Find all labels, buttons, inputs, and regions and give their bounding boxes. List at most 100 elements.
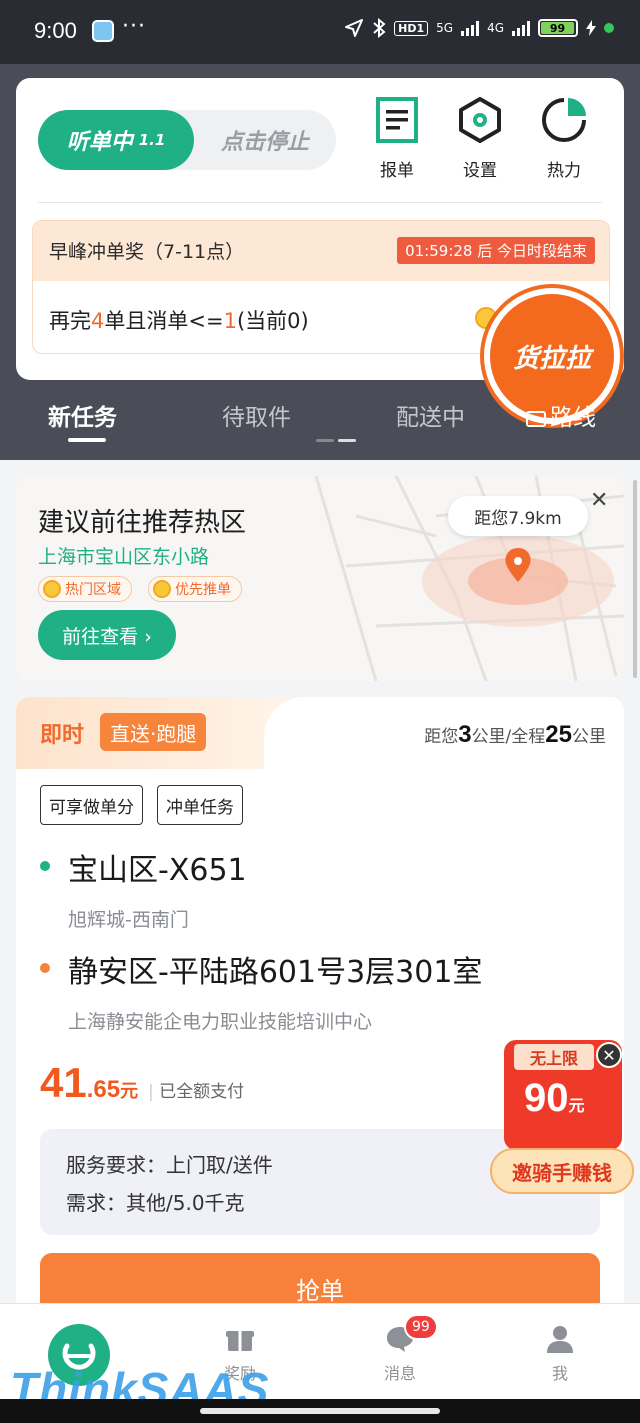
pickup-subtitle: 旭辉城-西南门 <box>68 909 189 931</box>
app-notification-icon <box>92 20 114 42</box>
tag-hot-area: 热门区域 <box>38 576 132 602</box>
bonus-header: 早峰冲单奖（7-11点） 01:59:28 后 今日时段结束 <box>33 221 609 281</box>
carousel-indicator <box>316 439 356 442</box>
signal-4g-icon <box>512 20 530 36</box>
close-icon[interactable]: ✕ <box>590 488 608 513</box>
heatmap-button[interactable]: 热力 <box>529 96 599 181</box>
promo-amount-unit: 元 <box>568 1098 585 1115</box>
messages-badge: 99 <box>404 1314 438 1340</box>
tab-pending-pickup[interactable]: 待取件 <box>222 398 291 432</box>
card-divider <box>38 202 602 203</box>
active-tab-indicator <box>68 438 106 442</box>
status-bar: 9:00 ··· HD1 5G 4G 99 <box>0 0 640 64</box>
promo-amount: 90元 <box>524 1076 585 1121</box>
promo-limit: 无上限 <box>514 1044 594 1070</box>
tag-priority-label: 优先推单 <box>175 582 231 598</box>
chip-rush-task: 冲单任务 <box>157 785 243 825</box>
nav-me-label: 我 <box>551 1364 568 1383</box>
distance-bubble: 距您7.9km <box>448 496 588 536</box>
chip-score-eligible: 可享做单分 <box>40 785 143 825</box>
dropoff-title: 静安区-平陆路601号3层301室 <box>68 955 483 990</box>
pie-chart-icon <box>542 98 586 142</box>
listening-toggle[interactable]: 听单中 1.1 点击停止 <box>38 110 336 170</box>
report-order-label: 报单 <box>380 161 414 181</box>
home-indicator[interactable] <box>200 1408 440 1414</box>
settings-button[interactable]: 设置 <box>445 96 515 181</box>
battery-level: 99 <box>541 22 574 35</box>
price-integer: 41 <box>40 1059 87 1106</box>
listening-label: 听单中 <box>66 130 133 155</box>
nav-messages-label: 消息 <box>383 1364 416 1383</box>
more-notifications-icon: ··· <box>122 14 146 39</box>
distance-total: 25 <box>545 721 572 748</box>
dropoff-dot <box>40 963 50 973</box>
bonus-count: 4 <box>91 309 105 333</box>
bonus-text-mid: 单且消单<= <box>104 309 224 333</box>
network-5g-label: 5G <box>436 21 454 35</box>
close-promo-icon[interactable]: ✕ <box>596 1042 622 1068</box>
location-icon <box>345 19 364 37</box>
service-requirement: 服务要求：上门取/送件 <box>66 1153 273 1177</box>
status-time: 9:00 <box>34 18 77 43</box>
fire-coin-icon <box>43 580 61 598</box>
heatmap-label: 热力 <box>547 161 581 181</box>
distance-to-pickup: 3 <box>458 721 472 748</box>
bonus-text-suffix: (当前0) <box>236 309 309 333</box>
network-4g-label: 4G <box>487 21 504 35</box>
distance-prefix: 距您 <box>424 727 459 747</box>
gift-icon <box>226 1331 254 1351</box>
distance-suffix: 公里 <box>572 727 606 747</box>
pickup-dot <box>40 861 50 871</box>
hd-indicator: HD1 <box>394 20 429 36</box>
document-icon <box>376 97 418 143</box>
hotzone-title: 建议前往推荐热区 <box>38 508 247 538</box>
order-type-badge: 直送·跑腿 <box>100 713 207 751</box>
scrollbar[interactable] <box>633 480 637 678</box>
bonus-countdown: 01:59:28 后 今日时段结束 <box>397 237 595 264</box>
route-icon <box>526 410 546 427</box>
tab-route-label: 路线 <box>550 405 596 431</box>
order-price: 41.65元 <box>40 1059 138 1107</box>
bonus-title: 早峰冲单奖（7-11点） <box>49 241 245 263</box>
user-icon <box>547 1326 573 1353</box>
dropoff-subtitle: 上海静安能企电力职业技能培训中心 <box>68 1011 373 1033</box>
bluetooth-icon <box>373 18 386 38</box>
price-decimal: .65 <box>86 1076 121 1103</box>
tag-hot-area-label: 热门区域 <box>65 582 121 598</box>
tag-priority-dispatch: 优先推单 <box>148 576 242 602</box>
privacy-indicator-dot <box>604 23 614 33</box>
distance-mid: 公里/全程 <box>471 727 546 747</box>
charging-icon <box>586 20 596 36</box>
payment-status-label: 已全额支付 <box>159 1082 245 1102</box>
tab-delivering[interactable]: 配送中 <box>396 398 465 432</box>
stop-listening-button[interactable]: 点击停止 <box>194 110 336 170</box>
tab-new-tasks[interactable]: 新任务 <box>48 398 117 432</box>
invite-rider-button[interactable]: 邀骑手赚钱 <box>490 1148 634 1194</box>
bonus-limit: 1 <box>223 309 237 333</box>
payment-status: | 已全额支付 <box>148 1082 245 1102</box>
hotzone-address: 上海市宝山区东小路 <box>38 546 210 568</box>
order-distance: 距您3公里/全程25公里 <box>424 721 606 749</box>
tab-route[interactable]: 路线 <box>526 398 596 432</box>
invite-promo[interactable]: 无上限 90元 邀骑手赚钱 ✕ <box>490 1040 638 1200</box>
hotzone-card[interactable]: 建议前往推荐热区 上海市宝山区东小路 热门区域 优先推单 前往查看 › 距您7.… <box>16 476 624 681</box>
report-order-button[interactable]: 报单 <box>362 96 432 181</box>
cargo-requirement: 需求：其他/5.0千克 <box>66 1191 245 1215</box>
hexagon-settings-icon <box>459 97 501 143</box>
order-mode: 即时 <box>40 723 85 748</box>
price-unit: 元 <box>120 1081 139 1101</box>
system-home-bar <box>0 1399 640 1423</box>
listening-status: 听单中 1.1 <box>38 110 194 170</box>
battery-icon: 99 <box>538 19 578 37</box>
bonus-text-prefix: 再完 <box>49 309 91 333</box>
listening-version: 1.1 <box>138 131 166 149</box>
order-card[interactable]: 即时 直送·跑腿 距您3公里/全程25公里 可享做单分 冲单任务 宝山区-X65… <box>16 697 624 1317</box>
fire-coin-icon <box>153 580 171 598</box>
go-view-button[interactable]: 前往查看 › <box>38 610 176 660</box>
promo-amount-value: 90 <box>524 1076 569 1120</box>
bonus-condition: 再完4单且消单<=1(当前0) <box>49 305 309 335</box>
nav-me[interactable]: 我 <box>520 1324 600 1384</box>
status-icons: HD1 5G 4G 99 <box>344 18 614 38</box>
pickup-title: 宝山区-X651 <box>68 853 247 888</box>
signal-5g-icon <box>461 20 480 36</box>
